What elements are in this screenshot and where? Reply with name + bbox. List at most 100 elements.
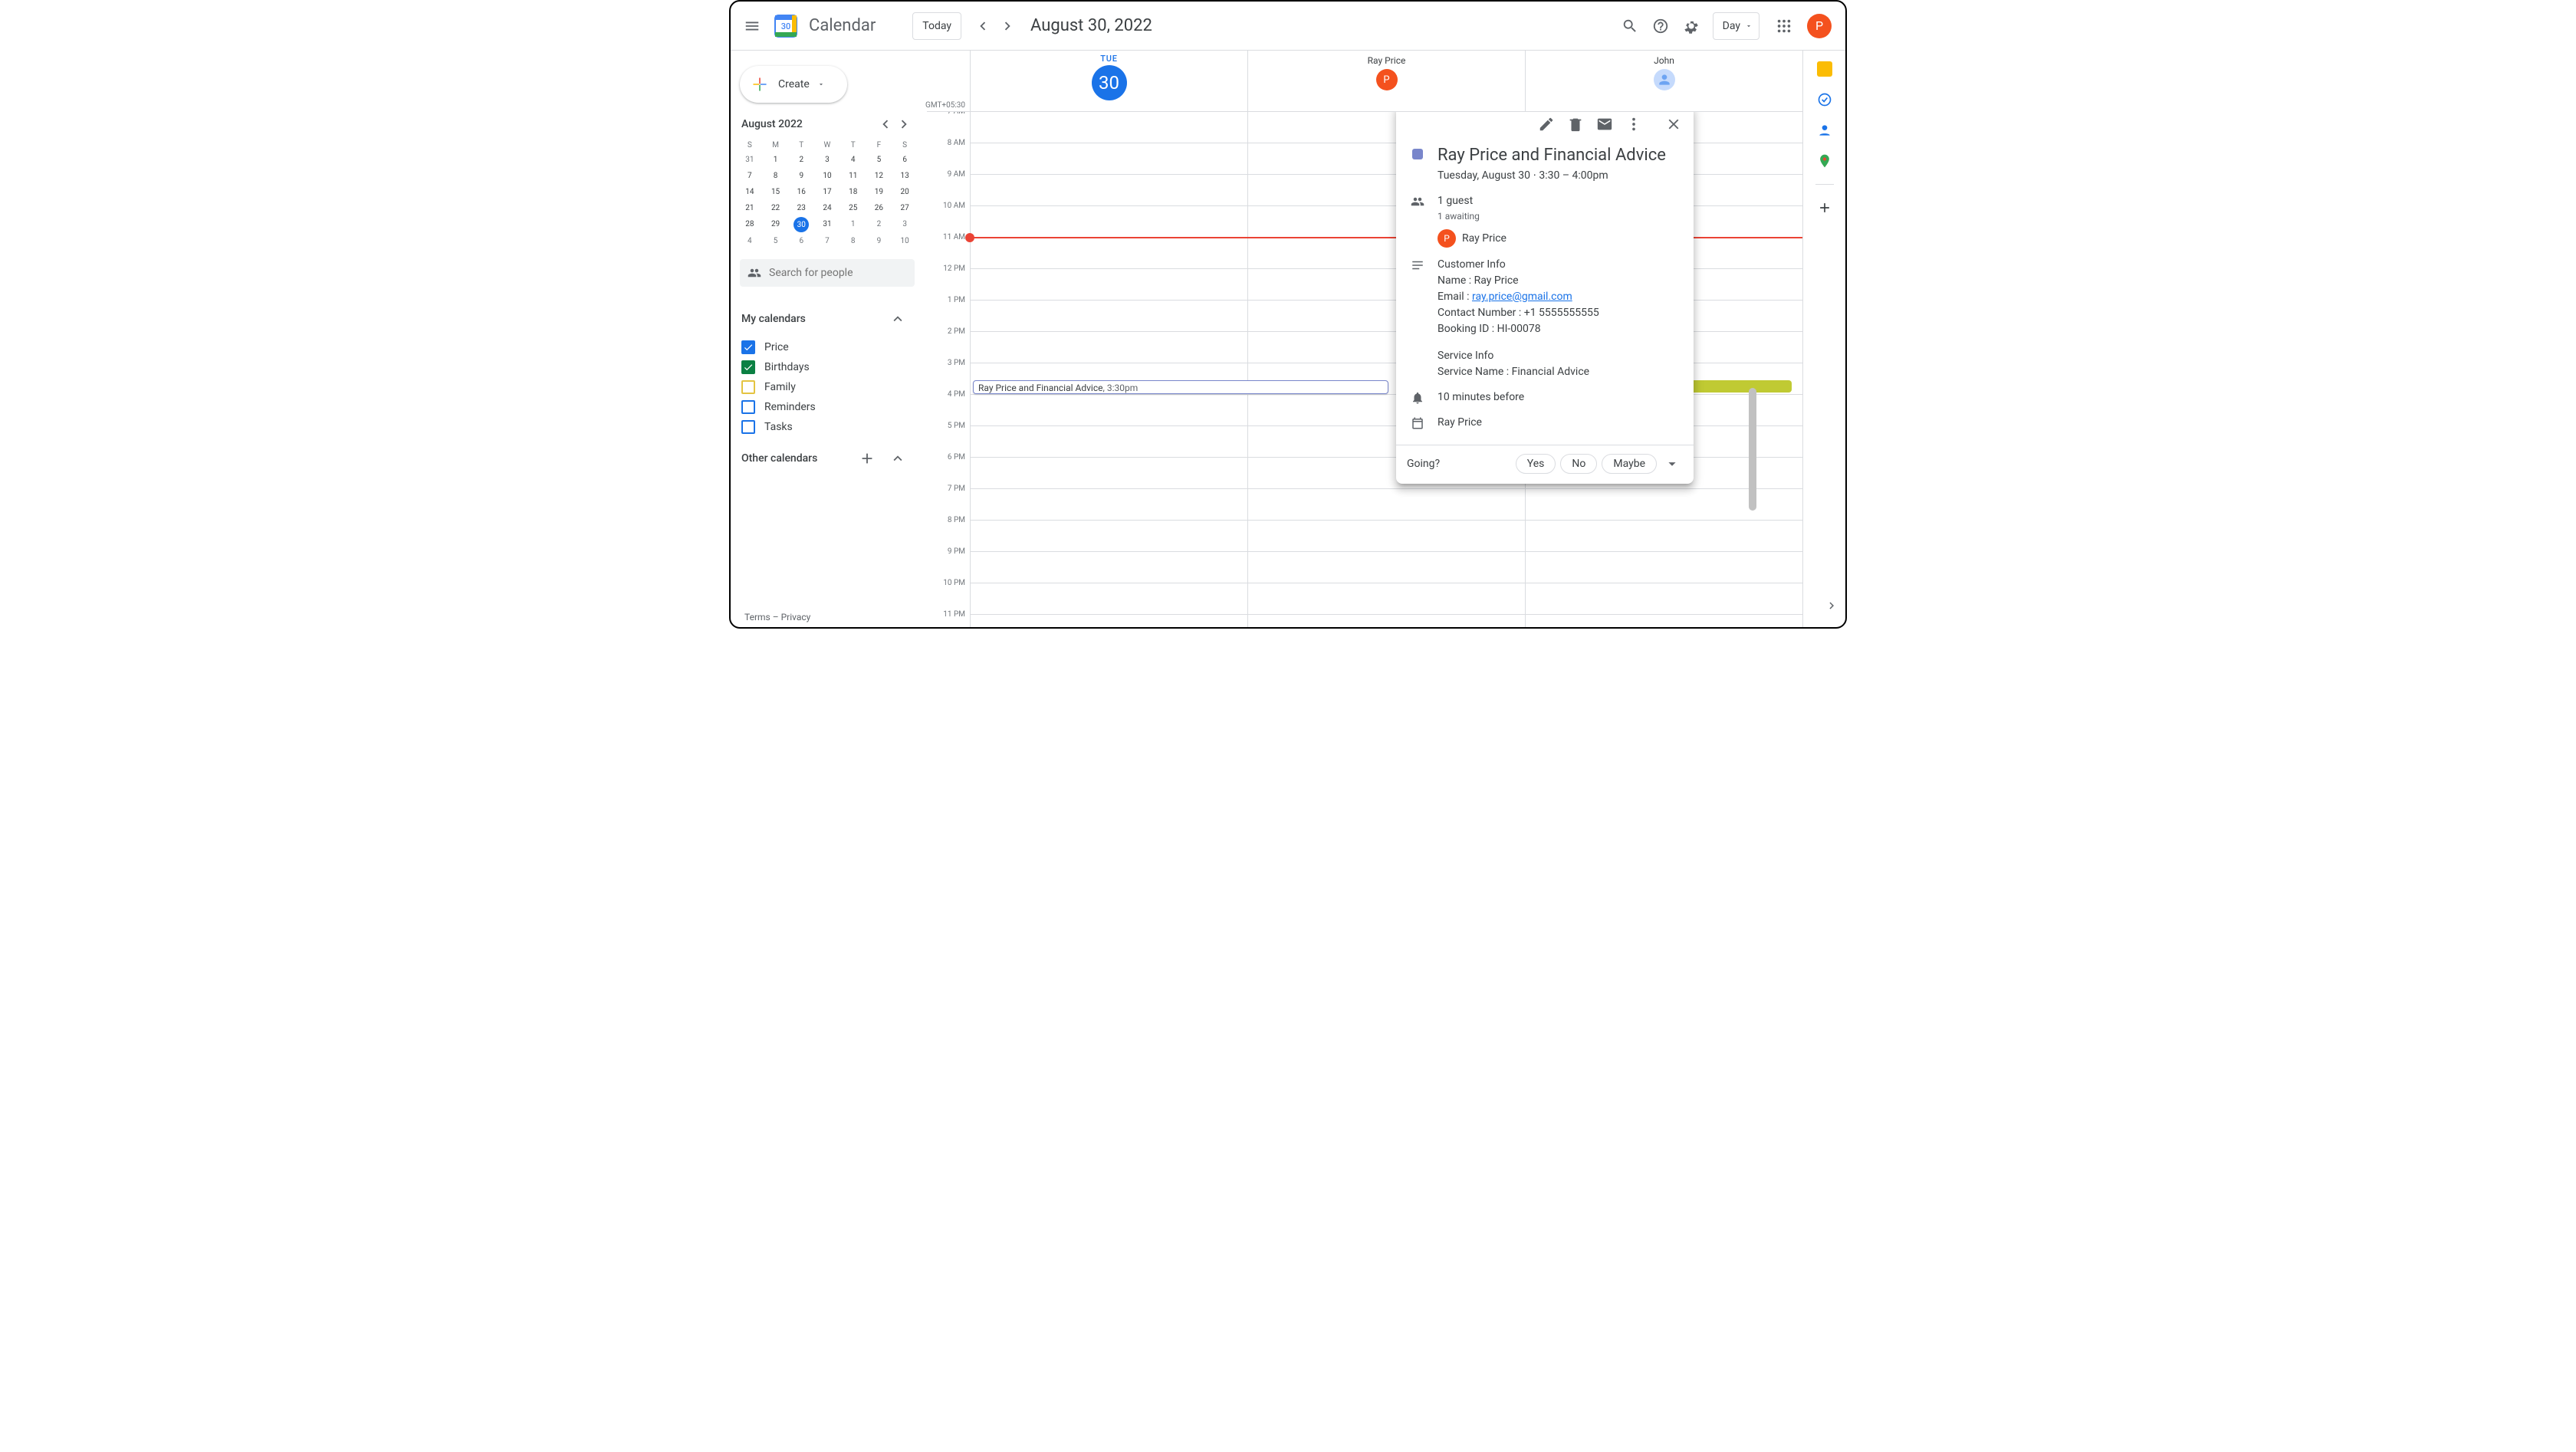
mini-day[interactable]: 4 [737,234,763,248]
mini-day[interactable]: 9 [788,169,814,183]
search-people[interactable] [740,259,915,287]
options-icon[interactable] [1620,112,1648,138]
time-slot[interactable] [971,112,1247,143]
mini-day[interactable]: 6 [788,234,814,248]
time-slot[interactable] [971,615,1247,627]
mini-calendar[interactable]: SMTWTFS311234567891011121314151617181920… [737,140,918,248]
mini-day[interactable]: 23 [788,201,814,215]
account-avatar[interactable]: P [1807,14,1832,38]
checkbox[interactable] [741,340,755,354]
mini-day[interactable]: 9 [866,234,892,248]
maps-icon[interactable] [1817,153,1832,169]
mini-day[interactable]: 27 [892,201,918,215]
mini-day[interactable]: 10 [892,234,918,248]
delete-event-icon[interactable] [1562,112,1589,138]
time-slot[interactable] [971,395,1247,426]
time-slot[interactable] [971,521,1247,552]
mini-day[interactable]: 24 [814,201,840,215]
collapse-icon[interactable] [882,304,913,334]
calendar-item[interactable]: Reminders [737,397,918,417]
calendar-item[interactable]: Family [737,377,918,397]
time-slot[interactable] [971,583,1247,615]
time-slot[interactable] [1526,583,1802,615]
google-apps-icon[interactable] [1769,11,1799,41]
rsvp-more-icon[interactable] [1661,453,1683,475]
person-avatar[interactable]: P [1376,69,1398,90]
today-button[interactable]: Today [912,12,961,40]
time-slot[interactable] [971,175,1247,206]
mini-day[interactable]: 19 [866,185,892,199]
time-slot[interactable] [1248,521,1525,552]
add-calendar-icon[interactable] [852,443,882,474]
checkbox[interactable] [741,400,755,414]
get-addons-icon[interactable] [1817,200,1832,215]
calendar-logo[interactable]: 30 Calendar [770,11,876,41]
search-icon[interactable] [1615,11,1645,41]
day-number[interactable]: 30 [1092,65,1127,100]
time-slot[interactable] [971,301,1247,332]
time-slot[interactable] [971,332,1247,363]
next-day-icon[interactable] [995,14,1020,38]
mini-day[interactable]: 3 [814,153,840,167]
create-button[interactable]: Create [740,66,847,103]
time-slot[interactable] [1248,552,1525,583]
time-slot[interactable] [971,269,1247,301]
person-avatar[interactable] [1654,69,1675,90]
mini-day[interactable]: 30 [794,217,809,232]
mini-day[interactable]: 31 [737,153,763,167]
checkbox[interactable] [741,420,755,434]
checkbox[interactable] [741,360,755,374]
mini-day[interactable]: 12 [866,169,892,183]
mini-day[interactable]: 11 [840,169,866,183]
mini-day[interactable]: 31 [814,217,840,232]
time-slot[interactable] [1248,615,1525,627]
mini-day[interactable]: 5 [866,153,892,167]
settings-icon[interactable] [1676,11,1707,41]
time-slot[interactable] [971,552,1247,583]
support-icon[interactable] [1645,11,1676,41]
event-chip[interactable]: Ray Price and Financial Advice, 3:30pm [973,380,1388,394]
mini-day[interactable]: 2 [866,217,892,232]
mini-day[interactable]: 15 [763,185,789,199]
calendar-item[interactable]: Tasks [737,417,918,437]
mini-next-icon[interactable] [895,115,913,133]
collapse-icon[interactable] [882,443,913,474]
view-selector[interactable]: Day [1713,12,1760,40]
time-slot[interactable] [971,426,1247,458]
edit-event-icon[interactable] [1533,112,1560,138]
time-slot[interactable] [971,489,1247,521]
calendar-item[interactable]: Price [737,337,918,357]
grid-column[interactable] [970,112,1247,627]
rsvp-no-button[interactable]: No [1560,454,1597,474]
mini-day[interactable]: 14 [737,185,763,199]
email-link[interactable]: ray.price@gmail.com [1472,291,1572,303]
calendar-item[interactable]: Birthdays [737,357,918,377]
mini-day[interactable]: 7 [814,234,840,248]
mini-day[interactable]: 20 [892,185,918,199]
mini-prev-icon[interactable] [876,115,895,133]
time-slot[interactable] [971,143,1247,175]
keep-icon[interactable] [1817,61,1832,77]
time-slot[interactable] [1248,583,1525,615]
mini-day[interactable]: 29 [763,217,789,232]
mini-day[interactable]: 17 [814,185,840,199]
mini-day[interactable]: 10 [814,169,840,183]
privacy-link[interactable]: Privacy [781,612,811,623]
time-slot[interactable] [971,238,1247,269]
mini-day[interactable]: 21 [737,201,763,215]
mini-day[interactable]: 13 [892,169,918,183]
mini-day[interactable]: 6 [892,153,918,167]
mini-day[interactable]: 26 [866,201,892,215]
email-guests-icon[interactable] [1591,112,1618,138]
mini-day[interactable]: 1 [840,217,866,232]
time-slot[interactable] [1526,489,1802,521]
mini-day[interactable]: 28 [737,217,763,232]
mini-day[interactable]: 1 [763,153,789,167]
main-menu-icon[interactable] [737,11,767,41]
prev-day-icon[interactable] [971,14,995,38]
time-slot[interactable] [971,206,1247,238]
time-slot[interactable] [1248,489,1525,521]
mini-day[interactable]: 8 [763,169,789,183]
mini-day[interactable]: 3 [892,217,918,232]
mini-day[interactable]: 4 [840,153,866,167]
